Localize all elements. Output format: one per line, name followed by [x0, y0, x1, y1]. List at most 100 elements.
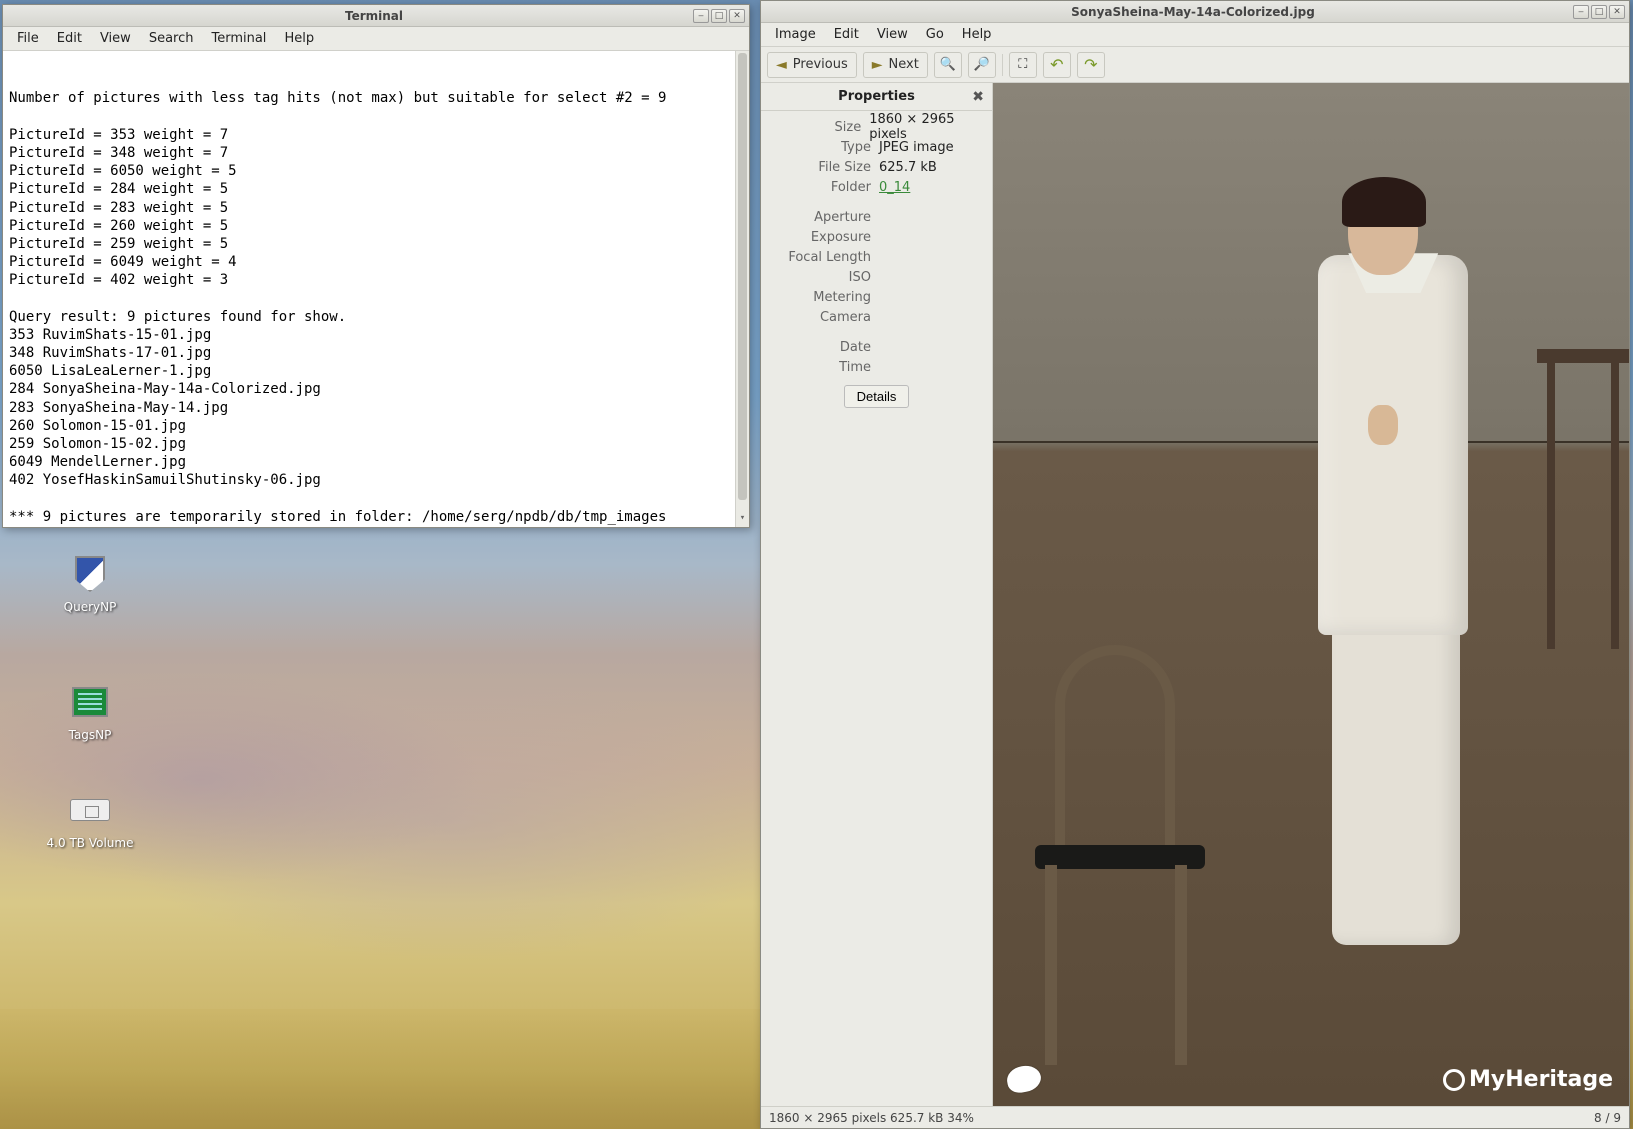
terminal-line: 284 SonyaSheina-May-14a-Colorized.jpg — [9, 380, 743, 398]
menu-search[interactable]: Search — [141, 29, 202, 48]
properties-title: Properties — [838, 89, 915, 104]
rotate-right-icon: ↷ — [1084, 55, 1097, 74]
zoom-in-icon: 🔍 — [940, 57, 956, 72]
terminal-line: 6050 LisaLeaLerner-1.jpg — [9, 362, 743, 380]
terminal-title: Terminal — [55, 9, 693, 23]
close-button[interactable]: ✕ — [729, 9, 745, 23]
minimize-button[interactable]: ‒ — [1573, 5, 1589, 19]
prop-label-iso: ISO — [769, 270, 879, 285]
desktop-icon-tagsnp[interactable]: TagsNP — [30, 680, 150, 742]
desktop-icon-querynp[interactable]: QueryNP — [30, 552, 150, 614]
terminal-line: PictureId = 283 weight = 5 — [9, 199, 743, 217]
terminal-line — [9, 526, 743, 527]
terminal-line: PictureId = 284 weight = 5 — [9, 180, 743, 198]
minimize-button[interactable]: ‒ — [693, 9, 709, 23]
menu-file[interactable]: File — [9, 29, 47, 48]
prop-value-size: 1860 × 2965 pixels — [869, 112, 984, 142]
close-panel-button[interactable]: ✖ — [972, 89, 984, 105]
prop-value-type: JPEG image — [879, 140, 954, 155]
previous-label: Previous — [793, 57, 848, 72]
previous-button[interactable]: ◄ Previous — [767, 52, 857, 78]
chevron-right-icon: ► — [872, 57, 883, 73]
terminal-titlebar[interactable]: Terminal ‒ □ ✕ — [3, 5, 749, 27]
terminal-line: PictureId = 259 weight = 5 — [9, 235, 743, 253]
menu-help[interactable]: Help — [954, 25, 1000, 44]
terminal-line: PictureId = 353 weight = 7 — [9, 126, 743, 144]
terminal-line: PictureId = 402 weight = 3 — [9, 271, 743, 289]
zoom-in-button[interactable]: 🔍 — [934, 52, 962, 78]
prop-label-size: Size — [769, 120, 869, 135]
menu-image[interactable]: Image — [767, 25, 824, 44]
terminal-line: Number of pictures with less tag hits (n… — [9, 89, 743, 107]
terminal-scrollbar[interactable]: ▾ — [735, 51, 749, 527]
desktop-icon-label: 4.0 TB Volume — [30, 836, 150, 850]
prop-label-type: Type — [769, 140, 879, 155]
terminal-line: 260 Solomon-15-01.jpg — [9, 417, 743, 435]
photo-figure — [1298, 185, 1498, 1065]
prop-value-filesize: 625.7 kB — [879, 160, 937, 175]
rotate-left-button[interactable]: ↶ — [1043, 52, 1071, 78]
terminal-line: PictureId = 6050 weight = 5 — [9, 162, 743, 180]
fit-icon: ⛶ — [1018, 57, 1027, 72]
terminal-window: Terminal ‒ □ ✕ File Edit View Search Ter… — [2, 4, 750, 528]
maximize-button[interactable]: □ — [1591, 5, 1607, 19]
next-button[interactable]: ► Next — [863, 52, 928, 78]
terminal-line: 402 YosefHaskinSamuilShutinsky-06.jpg — [9, 471, 743, 489]
menu-view[interactable]: View — [92, 29, 139, 48]
status-right: 8 / 9 — [1594, 1111, 1621, 1125]
terminal-line: PictureId = 6049 weight = 4 — [9, 253, 743, 271]
viewer-menubar: Image Edit View Go Help — [761, 23, 1629, 47]
desktop-icon-label: QueryNP — [30, 600, 150, 614]
terminal-line: *** 9 pictures are temporarily stored in… — [9, 508, 743, 526]
viewer-statusbar: 1860 × 2965 pixels 625.7 kB 34% 8 / 9 — [761, 1106, 1629, 1128]
prop-label-camera: Camera — [769, 310, 879, 325]
photo-table — [1543, 349, 1623, 649]
image-display-area[interactable]: MyHeritage — [993, 83, 1629, 1106]
details-button[interactable]: Details — [844, 385, 910, 408]
viewer-titlebar[interactable]: SonyaSheina-May-14a-Colorized.jpg ‒ □ ✕ — [761, 1, 1629, 23]
shield-icon — [68, 552, 112, 596]
desktop-icon-volume[interactable]: 4.0 TB Volume — [30, 788, 150, 850]
menu-go[interactable]: Go — [918, 25, 952, 44]
menu-edit[interactable]: Edit — [49, 29, 90, 48]
photo-chair — [1025, 645, 1205, 1065]
terminal-line — [9, 108, 743, 126]
prop-label-metering: Metering — [769, 290, 879, 305]
scroll-down-icon[interactable]: ▾ — [736, 513, 749, 527]
maximize-button[interactable]: □ — [711, 9, 727, 23]
properties-panel: Properties ✖ Size1860 × 2965 pixels Type… — [761, 83, 993, 1106]
heritage-text: MyHeritage — [1469, 1067, 1613, 1092]
terminal-line — [9, 289, 743, 307]
terminal-line: 6049 MendelLerner.jpg — [9, 453, 743, 471]
heritage-ring-icon — [1443, 1069, 1465, 1091]
next-label: Next — [889, 57, 919, 72]
menu-help[interactable]: Help — [276, 29, 322, 48]
menu-edit[interactable]: Edit — [826, 25, 867, 44]
zoom-out-button[interactable]: 🔎 — [968, 52, 996, 78]
terminal-line: PictureId = 260 weight = 5 — [9, 217, 743, 235]
terminal-line: Query result: 9 pictures found for show. — [9, 308, 743, 326]
terminal-line: PictureId = 348 weight = 7 — [9, 144, 743, 162]
desktop-icon-label: TagsNP — [30, 728, 150, 742]
prop-label-date: Date — [769, 340, 879, 355]
terminal-line: 348 RuvimShats-17-01.jpg — [9, 344, 743, 362]
palette-icon — [1005, 1063, 1043, 1095]
rotate-left-icon: ↶ — [1050, 55, 1063, 74]
terminal-body[interactable]: Number of pictures with less tag hits (n… — [3, 51, 749, 527]
properties-header: Properties ✖ — [761, 83, 992, 111]
terminal-line: 283 SonyaSheina-May-14.jpg — [9, 399, 743, 417]
rotate-right-button[interactable]: ↷ — [1077, 52, 1105, 78]
menu-view[interactable]: View — [869, 25, 916, 44]
prop-label-folder: Folder — [769, 180, 879, 195]
close-button[interactable]: ✕ — [1609, 5, 1625, 19]
toolbar-separator — [1002, 54, 1003, 76]
viewer-title: SonyaSheina-May-14a-Colorized.jpg — [813, 5, 1573, 19]
prop-label-aperture: Aperture — [769, 210, 879, 225]
scrollbar-thumb[interactable] — [738, 53, 747, 500]
prop-value-folder[interactable]: 0_14 — [879, 180, 910, 195]
zoom-fit-button[interactable]: ⛶ — [1009, 52, 1037, 78]
prop-label-focal: Focal Length — [769, 250, 879, 265]
script-icon — [68, 680, 112, 724]
viewer-main: Properties ✖ Size1860 × 2965 pixels Type… — [761, 83, 1629, 1106]
menu-terminal[interactable]: Terminal — [203, 29, 274, 48]
